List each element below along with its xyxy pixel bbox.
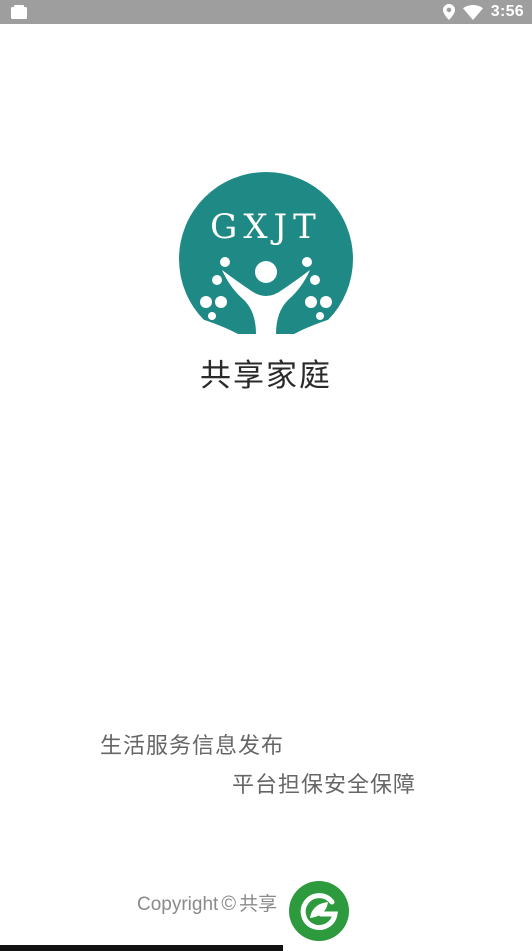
slogan-line-1: 生活服务信息发布	[100, 734, 285, 759]
status-bar-right: 3:56	[442, 0, 524, 24]
app-name: 共享家庭	[200, 358, 332, 394]
location-icon	[442, 4, 455, 20]
wifi-icon	[462, 4, 483, 20]
copyright-owner: 共享	[239, 894, 278, 915]
app-logo: GXJT	[178, 172, 354, 334]
copyright-notice: Copyright © 共享	[137, 889, 285, 916]
copyright-word: Copyright	[137, 894, 219, 915]
navigation-bar-edge	[0, 945, 283, 951]
status-bar: 3:56	[0, 0, 532, 24]
status-time: 3:56	[490, 3, 524, 20]
slogan-line-2: 平台担保安全保障	[232, 773, 417, 798]
notification-icon	[11, 5, 27, 19]
copyright-symbol: ©	[221, 893, 237, 915]
logo-text: GXJT	[210, 207, 322, 247]
leaf-g-logo-icon	[289, 881, 349, 941]
